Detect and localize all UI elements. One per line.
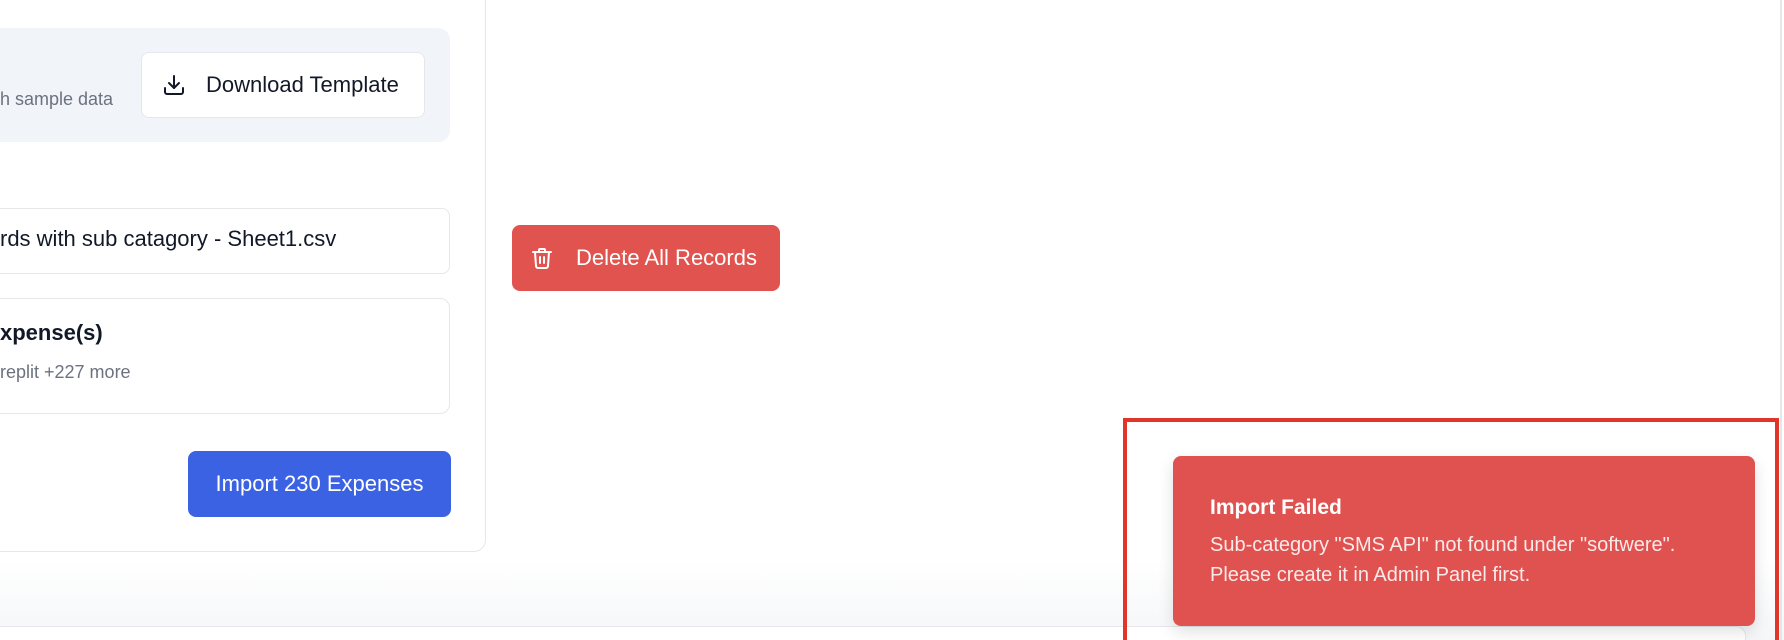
selected-file-name: rds with sub catagory - Sheet1.csv bbox=[0, 226, 337, 251]
import-expenses-button[interactable]: Import 230 Expenses bbox=[188, 451, 451, 517]
template-hint: h sample data bbox=[0, 89, 114, 109]
summary-title: xpense(s) bbox=[0, 320, 103, 345]
download-template-label: Download Template bbox=[206, 72, 399, 97]
import-summary-box bbox=[0, 298, 450, 414]
page: h sample data Download Template rds with… bbox=[0, 0, 1784, 640]
highlight-frame bbox=[1123, 418, 1779, 640]
page-scrollbar[interactable] bbox=[1780, 0, 1782, 640]
summary-subtitle: replit +227 more bbox=[0, 362, 131, 382]
delete-all-records-label: Delete All Records bbox=[576, 245, 757, 270]
delete-all-records-button[interactable]: Delete All Records bbox=[512, 225, 780, 291]
download-template-button[interactable]: Download Template bbox=[141, 52, 425, 118]
trash-icon bbox=[530, 246, 554, 270]
import-expenses-label: Import 230 Expenses bbox=[215, 471, 424, 496]
download-icon bbox=[162, 73, 186, 97]
